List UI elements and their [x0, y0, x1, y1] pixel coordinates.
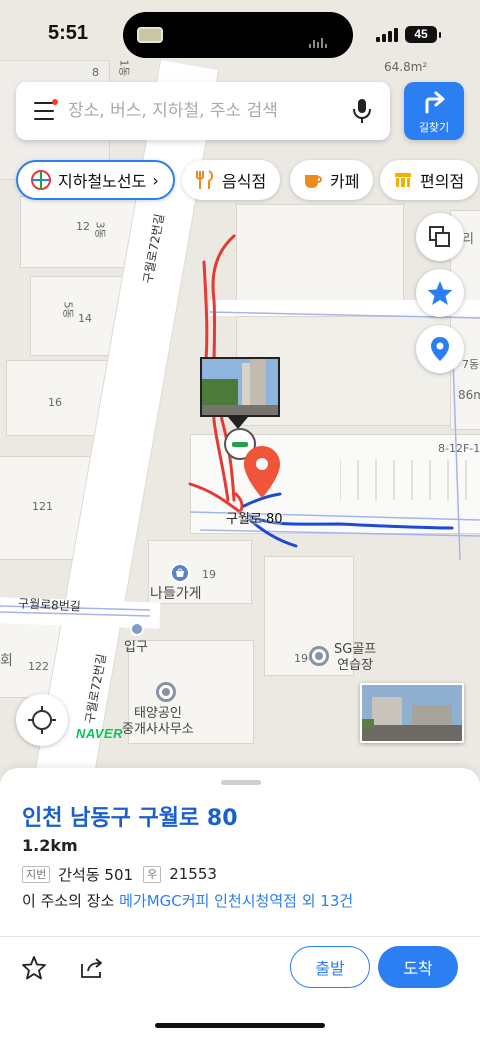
chip-label: 지하철노선도 — [58, 172, 147, 191]
layers-button[interactable] — [416, 213, 464, 261]
directions-label: 길찾기 — [418, 121, 450, 134]
places-link[interactable]: 메가MGC커피 인천시청역점 외 13건 — [119, 892, 353, 910]
place-marker-icon — [431, 337, 449, 361]
subway-map-icon — [30, 169, 52, 191]
places-prefix: 이 주소의 장소 — [22, 892, 115, 910]
search-bar[interactable] — [16, 82, 390, 140]
arrive-button[interactable]: 도착 — [378, 946, 458, 988]
restaurant-icon — [194, 169, 216, 191]
street-view-thumbnail[interactable] — [360, 683, 464, 743]
distance-text: 1.2km — [22, 836, 78, 855]
category-chips: 지하철노선도 › 음식점 카페 편의점 — [16, 160, 480, 200]
chip-subway-map[interactable]: 지하철노선도 › — [16, 160, 175, 200]
chip-label: 카페 — [330, 172, 360, 191]
microphone-icon[interactable] — [352, 98, 372, 124]
directions-button[interactable]: 길찾기 — [404, 82, 464, 140]
status-bar: 5:51 45 — [0, 0, 480, 64]
search-input[interactable] — [68, 82, 328, 140]
depart-button[interactable]: 출발 — [290, 946, 370, 988]
star-icon — [427, 281, 453, 305]
status-time: 5:51 — [48, 22, 89, 44]
location-pin-icon[interactable] — [244, 446, 280, 498]
share-icon[interactable] — [78, 954, 106, 982]
layers-icon — [429, 226, 450, 247]
saved-places-button[interactable] — [416, 325, 464, 373]
directions-arrow-icon — [425, 91, 445, 114]
marker-label: 구월로 80 — [226, 512, 283, 527]
cellular-signal-icon — [376, 28, 400, 42]
app-activity-icon — [137, 27, 163, 43]
my-location-button[interactable] — [16, 694, 68, 746]
cafe-icon — [302, 169, 324, 191]
favorites-button[interactable] — [416, 269, 464, 317]
chevron-right-icon: › — [152, 170, 159, 190]
naver-logo: NAVER — [76, 726, 124, 741]
jibun-row: 지번 간석동 501 우 21553 — [22, 864, 217, 884]
dynamic-island — [123, 12, 353, 58]
chip-cafe[interactable]: 카페 — [290, 160, 374, 200]
battery-icon: 45 — [405, 26, 441, 43]
address-title: 인천 남동구 구월로 80 — [22, 806, 238, 831]
menu-icon[interactable] — [34, 99, 58, 120]
place-bottom-sheet[interactable]: 인천 남동구 구월로 80 1.2km 지번 간석동 501 우 21553 이… — [0, 768, 480, 1040]
star-outline-icon[interactable] — [20, 954, 48, 982]
postal-code: 21553 — [169, 865, 217, 883]
divider — [0, 936, 480, 937]
place-photo-thumbnail[interactable] — [200, 357, 280, 417]
postal-tag: 우 — [143, 865, 162, 883]
convenience-store-icon — [392, 169, 414, 191]
home-indicator[interactable] — [155, 1023, 325, 1028]
jibun-address: 간석동 501 — [58, 865, 134, 884]
audio-wave-icon — [309, 29, 333, 48]
chip-label: 음식점 — [222, 172, 267, 191]
chip-label: 편의점 — [420, 172, 465, 191]
chip-convenience-store[interactable]: 편의점 — [380, 160, 479, 200]
sheet-grabber[interactable] — [221, 780, 261, 785]
chip-restaurant[interactable]: 음식점 — [182, 160, 281, 200]
jibun-tag: 지번 — [22, 865, 51, 883]
places-row: 이 주소의 장소 메가MGC커피 인천시청역점 외 13건 — [22, 890, 353, 911]
